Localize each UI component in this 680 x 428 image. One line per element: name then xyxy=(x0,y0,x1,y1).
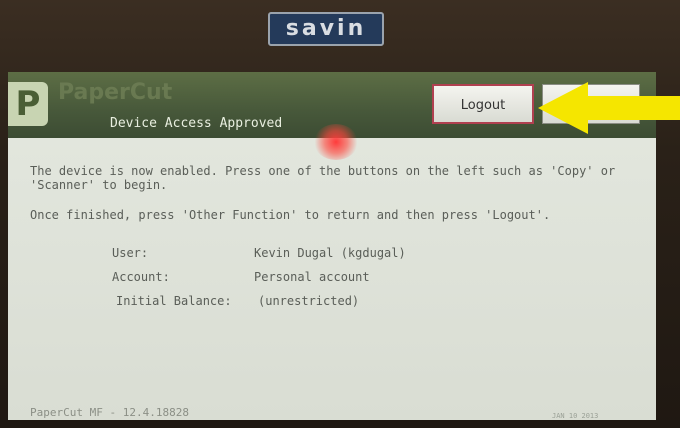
enable-message-line1: The device is now enabled. Press one of … xyxy=(30,164,616,178)
brand-logo: savin xyxy=(268,12,384,46)
version-footer: PaperCut MF - 12.4.18828 xyxy=(30,406,189,419)
papercut-logo-text: PaperCut xyxy=(58,80,173,105)
account-label: Account: xyxy=(112,270,170,284)
account-value: Personal account xyxy=(254,270,370,284)
yellow-arrow-icon xyxy=(538,82,680,134)
initial-balance-label: Initial Balance: xyxy=(116,294,232,308)
message-panel: The device is now enabled. Press one of … xyxy=(8,138,656,420)
logout-button[interactable]: Logout xyxy=(432,84,534,124)
logout-instruction: Once finished, press 'Other Function' to… xyxy=(30,208,551,222)
user-value: Kevin Dugal (kgdugal) xyxy=(254,246,406,260)
papercut-p-icon: P xyxy=(8,82,48,126)
user-label: User: xyxy=(112,246,149,260)
status-text: Device Access Approved xyxy=(110,116,283,131)
initial-balance-value: (unrestricted) xyxy=(258,294,360,308)
enable-message-line2: 'Scanner' to begin. xyxy=(30,178,168,192)
date-stamp: JAN 10 2013 xyxy=(552,412,599,420)
screen-glare xyxy=(314,124,358,160)
